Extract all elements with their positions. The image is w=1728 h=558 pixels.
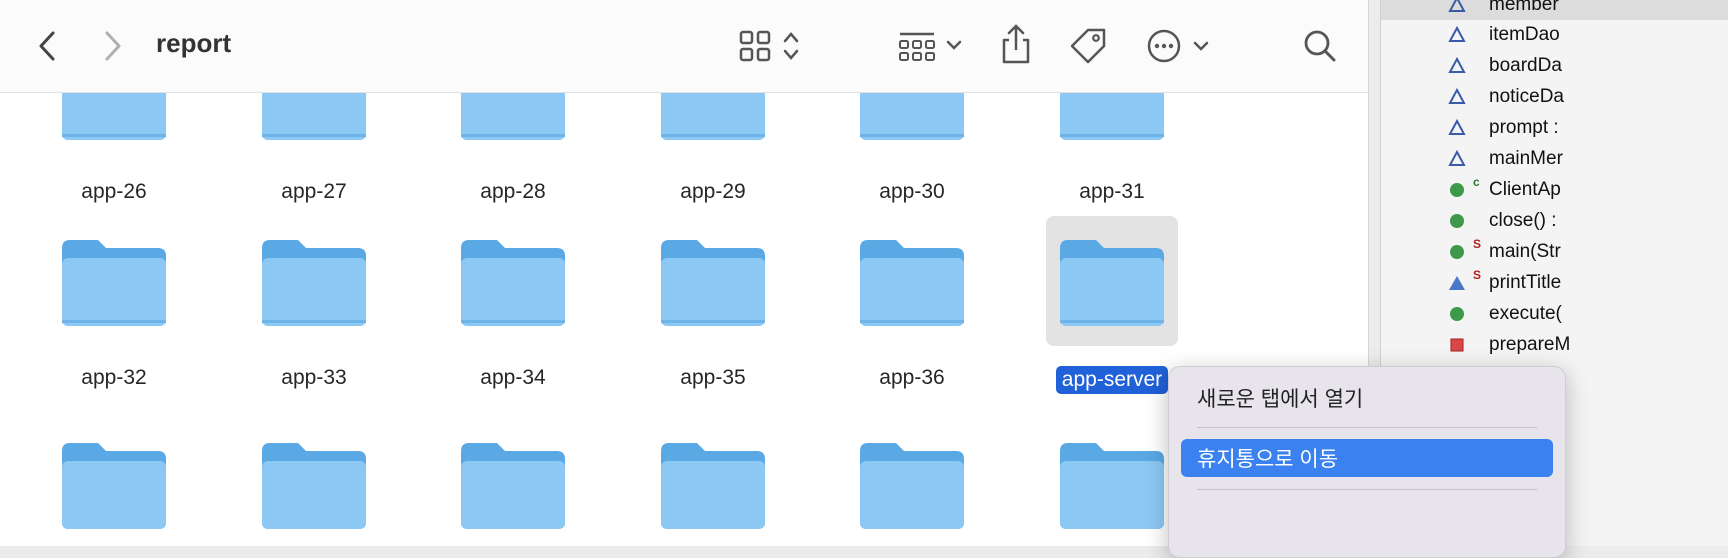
folder-item[interactable] xyxy=(846,419,978,546)
folder-label: app-30 xyxy=(879,180,945,203)
outline-item[interactable]: noticeDa xyxy=(1381,82,1728,112)
folder-item[interactable]: app-32 xyxy=(48,216,180,389)
view-mode-button[interactable] xyxy=(736,26,806,66)
tag-icon xyxy=(1070,28,1106,64)
menu-separator xyxy=(1197,489,1537,490)
tag-button[interactable] xyxy=(1066,24,1110,68)
window-title: report xyxy=(156,28,232,58)
method-icon xyxy=(1450,214,1464,228)
folder-icon xyxy=(1060,240,1164,326)
folder-label: app-28 xyxy=(480,180,546,203)
finder-window: report app-26 app-27 app-28 app-29 app-3… xyxy=(0,0,1369,546)
folder-icon xyxy=(1060,93,1164,140)
folder-label: app-36 xyxy=(879,366,945,389)
folder-item[interactable]: app-31 xyxy=(1046,93,1178,203)
folder-icon xyxy=(461,443,565,529)
folder-item[interactable] xyxy=(48,419,180,546)
folder-icon xyxy=(62,240,166,326)
field-icon xyxy=(1448,118,1466,135)
forward-button[interactable] xyxy=(96,26,130,66)
folder-item[interactable]: app-33 xyxy=(248,216,380,389)
folder-icon xyxy=(860,93,964,140)
share-icon xyxy=(1002,24,1030,64)
outline-item[interactable]: boardDa xyxy=(1381,51,1728,81)
field-icon xyxy=(1448,149,1466,166)
file-grid: app-26 app-27 app-28 app-29 app-30 app-3… xyxy=(0,93,1368,546)
field-icon xyxy=(1448,0,1466,12)
group-by-icon xyxy=(899,32,962,61)
folder-label: app-33 xyxy=(281,366,347,389)
folder-icon xyxy=(262,443,366,529)
folder-item[interactable]: app-34 xyxy=(447,216,579,389)
folder-item[interactable]: app-30 xyxy=(846,93,978,203)
outline-item[interactable]: execute( xyxy=(1381,299,1728,329)
folder-label: app-27 xyxy=(281,180,347,203)
folder-item[interactable]: app-26 xyxy=(48,93,180,203)
more-actions-button[interactable] xyxy=(1144,24,1216,68)
folder-item[interactable] xyxy=(1046,419,1178,546)
method-icon xyxy=(1450,307,1464,321)
outline-item[interactable]: member xyxy=(1381,0,1728,20)
outline-item[interactable]: S main(Str xyxy=(1381,237,1728,267)
grid-view-icon xyxy=(739,30,799,62)
folder-icon xyxy=(461,93,565,140)
group-by-button[interactable] xyxy=(894,26,966,66)
chevron-right-icon xyxy=(105,31,121,61)
more-icon xyxy=(1147,29,1209,63)
field-icon xyxy=(1448,25,1466,42)
folder-icon xyxy=(1060,443,1164,529)
folder-item[interactable]: app-35 xyxy=(647,216,779,389)
folder-label: app-32 xyxy=(81,366,147,389)
method-icon xyxy=(1450,245,1464,259)
folder-item[interactable] xyxy=(647,419,779,546)
field-icon xyxy=(1448,87,1466,104)
menu-item-open-in-new-tab[interactable]: 새로운 탭에서 열기 xyxy=(1181,379,1553,417)
menu-separator xyxy=(1197,427,1537,428)
folder-item[interactable]: app-36 xyxy=(846,216,978,389)
folder-icon xyxy=(860,443,964,529)
private-icon xyxy=(1450,338,1464,352)
folder-icon xyxy=(62,93,166,140)
folder-icon xyxy=(62,443,166,529)
folder-item[interactable]: app-27 xyxy=(248,93,380,203)
share-button[interactable] xyxy=(996,22,1036,68)
context-menu: 새로운 탭에서 열기 휴지통으로 이동 xyxy=(1168,366,1566,558)
folder-label: app-31 xyxy=(1079,180,1145,203)
folder-item[interactable] xyxy=(248,419,380,546)
folder-icon xyxy=(860,240,964,326)
outline-item[interactable]: S printTitle xyxy=(1381,268,1728,298)
folder-label: app-29 xyxy=(680,180,746,203)
toolbar: report xyxy=(0,0,1368,93)
folder-item[interactable]: app-28 xyxy=(447,93,579,203)
field-icon xyxy=(1448,56,1466,73)
folder-item[interactable] xyxy=(447,419,579,546)
folder-label: app-26 xyxy=(81,180,147,203)
search-button[interactable] xyxy=(1300,24,1340,68)
folder-item-selected[interactable]: app-server xyxy=(1046,216,1178,394)
method-icon xyxy=(1450,183,1464,197)
folder-label: app-35 xyxy=(680,366,746,389)
back-button[interactable] xyxy=(30,26,64,66)
folder-icon xyxy=(262,93,366,140)
folder-label: app-34 xyxy=(480,366,546,389)
folder-icon xyxy=(461,240,565,326)
outline-item[interactable]: mainMer xyxy=(1381,144,1728,174)
folder-item[interactable]: app-29 xyxy=(647,93,779,203)
outline-item[interactable]: prepareM xyxy=(1381,330,1728,360)
folder-icon xyxy=(661,240,765,326)
protected-icon xyxy=(1449,276,1465,290)
menu-item-move-to-trash[interactable]: 휴지통으로 이동 xyxy=(1181,439,1553,477)
chevron-left-icon xyxy=(39,31,55,61)
folder-icon xyxy=(661,93,765,140)
outline-item[interactable]: itemDao xyxy=(1381,20,1728,50)
folder-label: app-server xyxy=(1055,366,1169,394)
outline-item[interactable]: prompt : xyxy=(1381,113,1728,143)
search-icon xyxy=(1304,30,1336,62)
outline-item[interactable]: close() : xyxy=(1381,206,1728,236)
folder-icon xyxy=(661,443,765,529)
outline-item[interactable]: c ClientAp xyxy=(1381,175,1728,205)
folder-icon xyxy=(262,240,366,326)
